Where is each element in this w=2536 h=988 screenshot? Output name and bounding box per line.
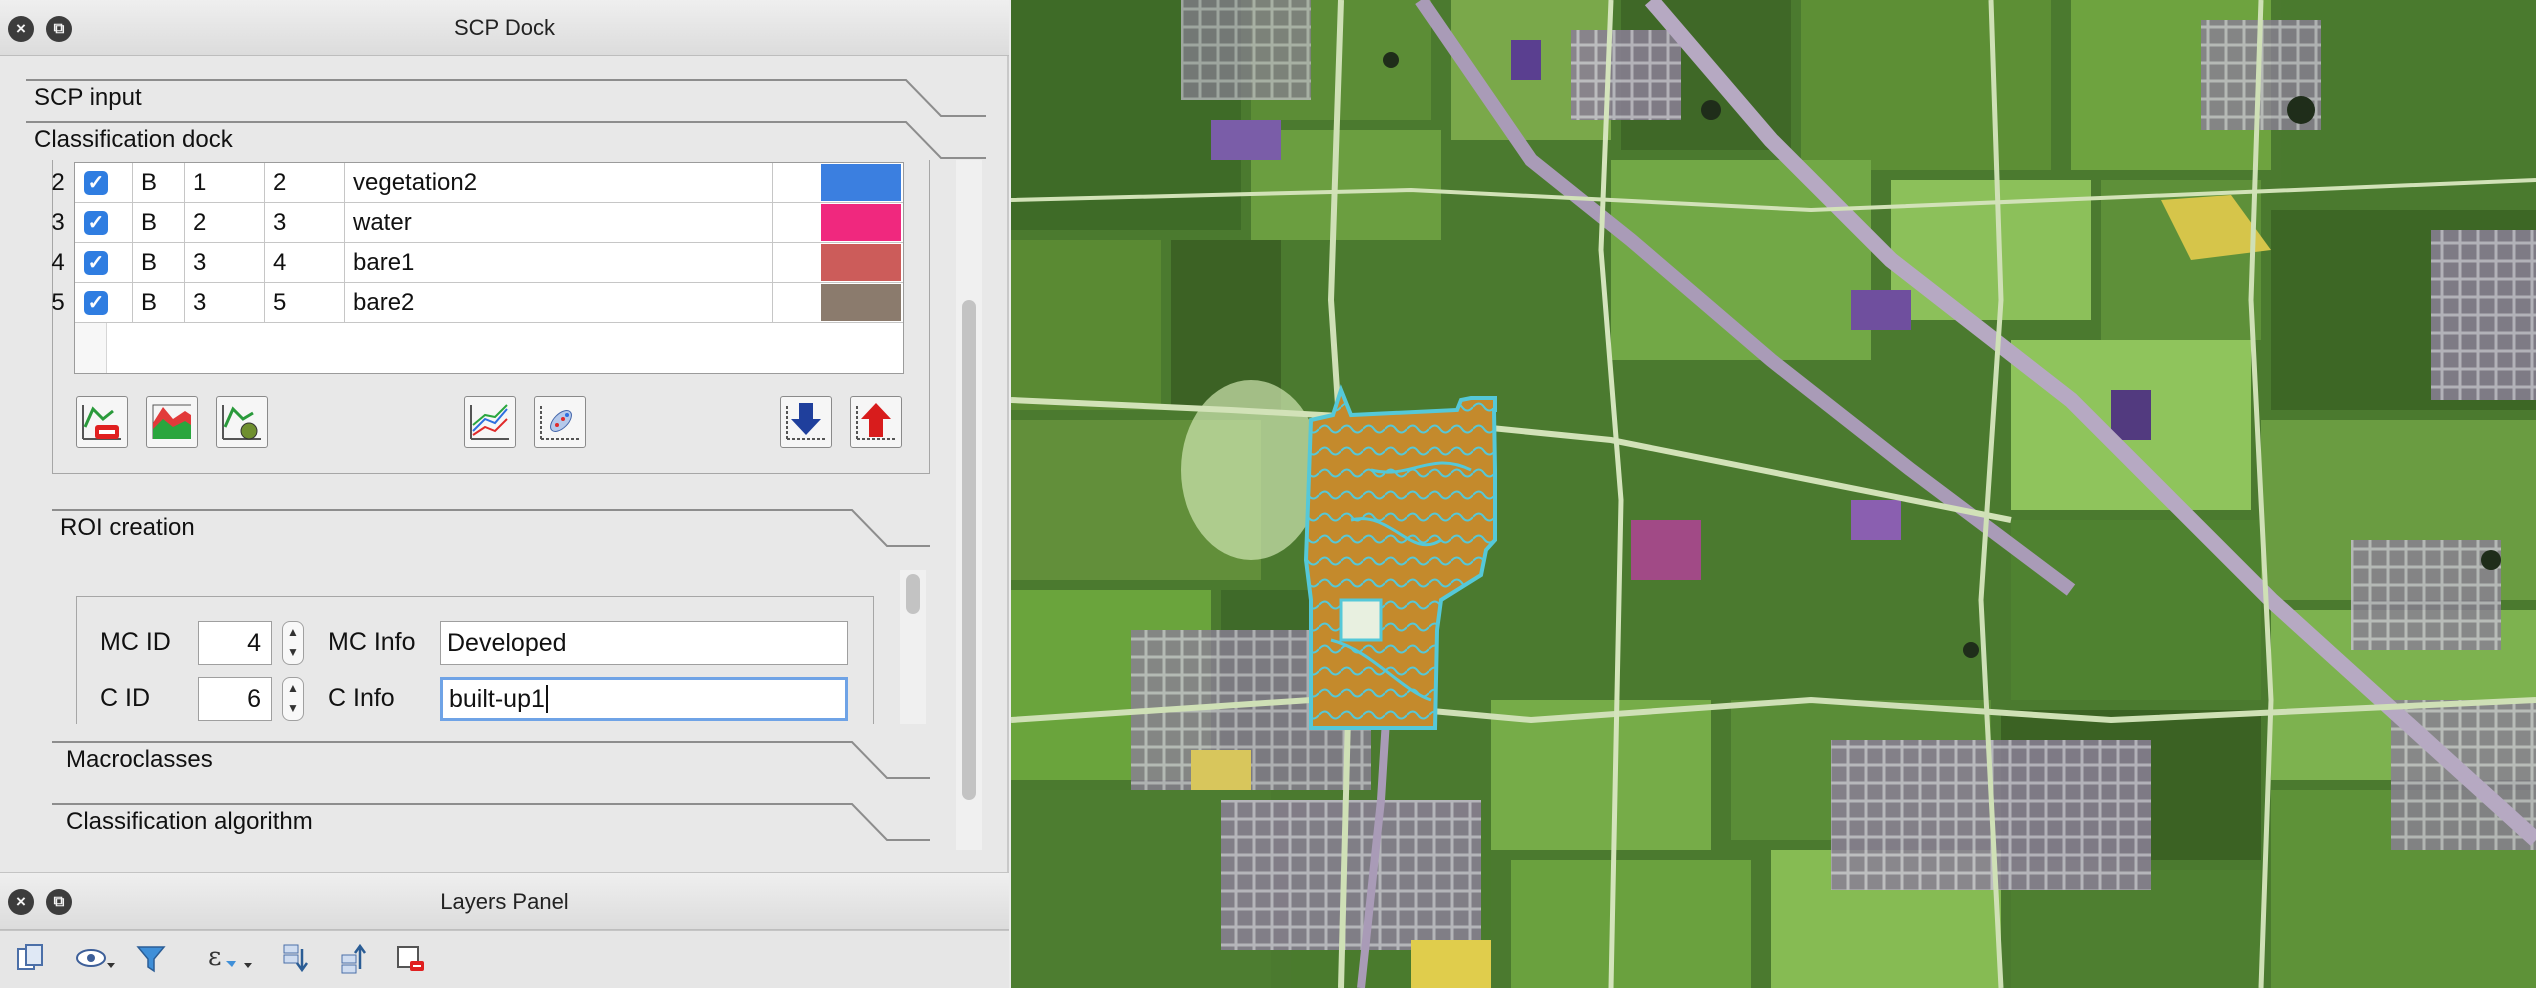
mc-info-input[interactable]: Developed [440,621,848,665]
info-cell: bare1 [345,243,773,282]
color-swatch[interactable] [821,164,901,201]
map-canvas[interactable] [1011,0,2536,988]
mc-info-label: MC Info [328,628,416,656]
c-id-label: C ID [100,684,150,712]
scp-dock-titlebar: × ⧉ SCP Dock [0,0,1009,56]
info-cell: bare2 [345,283,773,322]
mc-id-cell: 1 [185,163,265,202]
table-row[interactable]: 4 ✓ B 3 4 bare1 [51,243,903,283]
remove-layer-icon[interactable] [392,941,430,979]
tab-frame [52,509,930,547]
calculate-signature-icon [222,405,261,440]
row-index: 5 [51,289,65,316]
c-info-input[interactable]: built-up1 [440,677,848,721]
tab-roi-creation[interactable]: ROI creation [52,508,930,548]
spectral-plot-button[interactable] [464,396,516,448]
mc-id-spinbox[interactable]: 4 [198,621,272,665]
merge-spectral-button[interactable] [146,396,198,448]
checkbox[interactable]: ✓ [84,171,108,195]
checkbox-cell[interactable]: ✓ [75,203,133,242]
spectral-plot-icon [470,404,509,440]
calculate-signature-button[interactable] [216,396,268,448]
type-cell: B [133,283,185,322]
tab-macroclasses[interactable]: Macroclasses [52,740,930,780]
dock-scrollbar-thumb[interactable] [962,300,976,800]
checkbox[interactable]: ✓ [84,291,108,315]
table-row[interactable]: 5 ✓ B 3 5 bare2 [51,283,903,323]
roi-scrollbar-thumb[interactable] [906,574,920,614]
info-cell: water [345,203,773,242]
merge-spectral-icon [152,404,191,439]
expression-filter-icon[interactable]: ε [206,941,256,979]
add-group-icon[interactable] [12,941,50,979]
row-index: 3 [51,209,65,236]
mc-id-label: MC ID [100,628,171,656]
remove-roi-icon [82,405,121,440]
checkbox[interactable]: ✓ [84,211,108,235]
info-cell: vegetation2 [345,163,773,202]
layers-toolbar: ε [0,930,1009,988]
c-info-value: built-up1 [449,685,545,713]
mc-id-stepper[interactable]: ▲ ▼ [282,621,304,665]
tab-frame [52,803,930,841]
empty-row-header [75,323,107,373]
checkbox-cell[interactable]: ✓ [75,283,133,322]
row-index: 4 [51,249,65,276]
visibility-icon[interactable] [72,941,118,979]
tab-frame [52,741,930,779]
scp-dock: × ⧉ SCP Dock SCP input Classification do… [0,0,1009,988]
scp-dock-title: SCP Dock [453,15,556,40]
text-cursor [545,685,548,713]
color-swatch[interactable] [821,204,901,241]
class-table[interactable]: 2 ✓ B 1 2 vegetation2 3 ✓ B 2 3 water 4 … [51,162,904,374]
mc-id-cell: 3 [185,243,265,282]
svg-text:ε: ε [208,942,221,972]
scatter-plot-button[interactable] [534,396,586,448]
table-row[interactable]: 3 ✓ B 2 3 water [51,203,903,243]
checkbox-cell[interactable]: ✓ [75,163,133,202]
export-button[interactable] [850,396,902,448]
tab-classification-algorithm[interactable]: Classification algorithm [52,802,930,842]
filter-icon[interactable] [132,941,170,979]
checkbox-cell[interactable]: ✓ [75,243,133,282]
c-id-cell: 4 [265,243,345,282]
tab-frame [26,121,986,159]
type-cell: B [133,163,185,202]
mc-id-cell: 3 [185,283,265,322]
collapse-all-icon[interactable] [334,941,372,979]
c-id-stepper[interactable]: ▲ ▼ [282,677,304,721]
type-cell: B [133,203,185,242]
tab-scp-input[interactable]: SCP input [26,78,986,118]
c-info-label: C Info [328,684,395,712]
layers-panel-titlebar: × ⧉ Layers Panel [0,872,1009,930]
layers-panel-title: Layers Panel [440,889,569,914]
c-id-cell: 3 [265,203,345,242]
row-index: 2 [51,169,65,196]
checkbox[interactable]: ✓ [84,251,108,275]
dock-scrollbar[interactable] [956,160,982,850]
import-icon [786,403,825,440]
mc-id-cell: 2 [185,203,265,242]
import-button[interactable] [780,396,832,448]
table-row[interactable]: 2 ✓ B 1 2 vegetation2 [51,163,903,203]
type-cell: B [133,243,185,282]
roi-scrollbar[interactable] [900,570,926,724]
tab-classification-dock[interactable]: Classification dock [26,120,986,160]
tab-frame [26,79,986,117]
satellite-imagery [1011,0,2536,988]
c-id-cell: 5 [265,283,345,322]
c-id-cell: 2 [265,163,345,202]
c-id-spinbox[interactable]: 6 [198,677,272,721]
color-swatch[interactable] [821,244,901,281]
expand-all-icon[interactable] [276,941,314,979]
export-icon [856,403,895,440]
remove-roi-button[interactable] [76,396,128,448]
color-swatch[interactable] [821,284,901,321]
scatter-plot-icon [540,405,579,440]
